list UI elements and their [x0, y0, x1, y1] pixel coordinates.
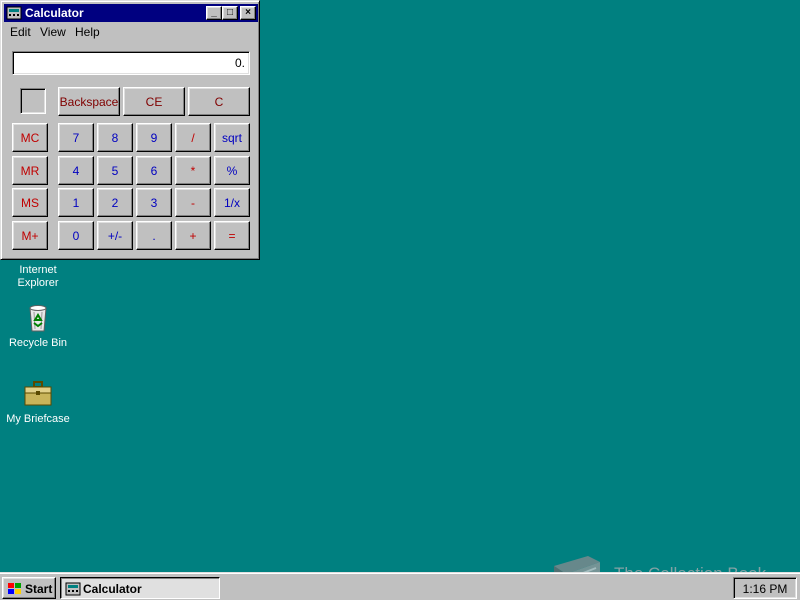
digit-3-button[interactable]: 3 [136, 188, 172, 217]
clear-entry-button[interactable]: CE [123, 87, 185, 116]
digit-5-button[interactable]: 5 [97, 156, 133, 185]
percent-button[interactable]: % [214, 156, 250, 185]
digit-1-button[interactable]: 1 [58, 188, 94, 217]
decimal-point-button[interactable]: . [136, 221, 172, 250]
memory-indicator [20, 88, 46, 114]
add-button[interactable]: + [175, 221, 211, 250]
sqrt-button[interactable]: sqrt [214, 123, 250, 152]
internet-explorer-label-line1: Internet [19, 264, 57, 276]
reciprocal-button[interactable]: 1/x [214, 188, 250, 217]
percent-label: % [226, 163, 238, 178]
menu-edit[interactable]: Edit [10, 25, 31, 39]
internet-explorer-label-line2: Explorer [17, 277, 59, 289]
close-button[interactable]: × [240, 6, 256, 20]
digit-6-button[interactable]: 6 [136, 156, 172, 185]
reciprocal-label: 1/x [223, 195, 240, 210]
ms-label: MS [21, 195, 39, 210]
menu-help[interactable]: Help [75, 25, 100, 39]
sign-toggle-button[interactable]: +/- [97, 221, 133, 250]
backspace-label: Backspace [59, 94, 119, 109]
multiply-button[interactable]: * [175, 156, 211, 185]
briefcase-icon [22, 378, 54, 410]
digit-7-button[interactable]: 7 [58, 123, 94, 152]
mc-label: MC [20, 130, 40, 145]
start-label: Start [25, 582, 53, 596]
equals-button[interactable]: = [214, 221, 250, 250]
sign-toggle-label: +/- [107, 228, 123, 243]
divide-button[interactable]: / [175, 123, 211, 152]
minimize-button[interactable]: _ [206, 6, 222, 20]
digit-3-label: 3 [150, 195, 158, 210]
system-tray: 1:16 PM [733, 577, 797, 599]
desktop-icon-recycle-bin[interactable]: Recycle Bin [0, 302, 76, 350]
memory-add-button[interactable]: M+ [12, 221, 48, 250]
digit-9-button[interactable]: 9 [136, 123, 172, 152]
menu-help-label: Help [75, 25, 100, 39]
digit-0-label: 0 [72, 228, 80, 243]
menu-view-label: View [40, 25, 66, 39]
digit-2-button[interactable]: 2 [97, 188, 133, 217]
my-briefcase-label: My Briefcase [6, 413, 70, 425]
calculator-window: Calculator _ □ × Edit View Help 0. Backs… [0, 0, 260, 260]
clear-entry-label: CE [145, 94, 163, 109]
subtract-label: - [191, 195, 195, 210]
taskbar: Start Calculator 1:16 PM [0, 572, 800, 600]
digit-4-button[interactable]: 4 [58, 156, 94, 185]
window-title: Calculator [25, 6, 84, 20]
add-label: + [189, 228, 197, 243]
recycle-bin-icon [22, 302, 54, 334]
memory-recall-button[interactable]: MR [12, 156, 48, 185]
digit-7-label: 7 [72, 130, 80, 145]
digit-1-label: 1 [72, 195, 80, 210]
mplus-label: M+ [21, 228, 39, 243]
sqrt-label: sqrt [221, 130, 242, 145]
decimal-point-label: . [152, 228, 156, 243]
taskbar-button-label: Calculator [83, 582, 142, 596]
windows-logo-icon [7, 581, 23, 597]
backspace-button[interactable]: Backspace [58, 87, 120, 116]
digit-5-label: 5 [111, 163, 119, 178]
subtract-button[interactable]: - [175, 188, 211, 217]
minimize-icon: _ [211, 7, 217, 18]
desktop-icon-my-briefcase[interactable]: My Briefcase [0, 378, 76, 426]
calculator-display: 0. [12, 51, 250, 75]
clock[interactable]: 1:16 PM [743, 582, 788, 596]
maximize-button[interactable]: □ [222, 6, 238, 20]
digit-8-label: 8 [111, 130, 119, 145]
equals-label: = [228, 228, 236, 243]
calculator-task-icon [65, 581, 81, 597]
memory-clear-button[interactable]: MC [12, 123, 48, 152]
clear-button[interactable]: C [188, 87, 250, 116]
menu-bar: Edit View Help [4, 23, 258, 41]
digit-9-label: 9 [150, 130, 158, 145]
calculator-app-icon [6, 5, 22, 21]
maximize-icon: □ [226, 7, 234, 18]
recycle-bin-label: Recycle Bin [8, 337, 68, 349]
menu-edit-label: Edit [10, 25, 31, 39]
digit-0-button[interactable]: 0 [58, 221, 94, 250]
multiply-label: * [190, 163, 196, 178]
title-bar[interactable]: Calculator _ □ × [4, 4, 258, 22]
display-value: 0. [234, 56, 245, 70]
digit-6-label: 6 [150, 163, 158, 178]
mr-label: MR [20, 163, 40, 178]
desktop-icon-internet-explorer[interactable]: Internet Explorer [0, 264, 76, 290]
digit-8-button[interactable]: 8 [97, 123, 133, 152]
close-icon: × [245, 7, 251, 18]
taskbar-button-calculator[interactable]: Calculator [60, 577, 220, 599]
menu-view[interactable]: View [40, 25, 66, 39]
memory-store-button[interactable]: MS [12, 188, 48, 217]
start-button[interactable]: Start [2, 577, 56, 599]
digit-4-label: 4 [72, 163, 80, 178]
divide-label: / [191, 130, 195, 145]
clear-label: C [214, 94, 224, 109]
digit-2-label: 2 [111, 195, 119, 210]
